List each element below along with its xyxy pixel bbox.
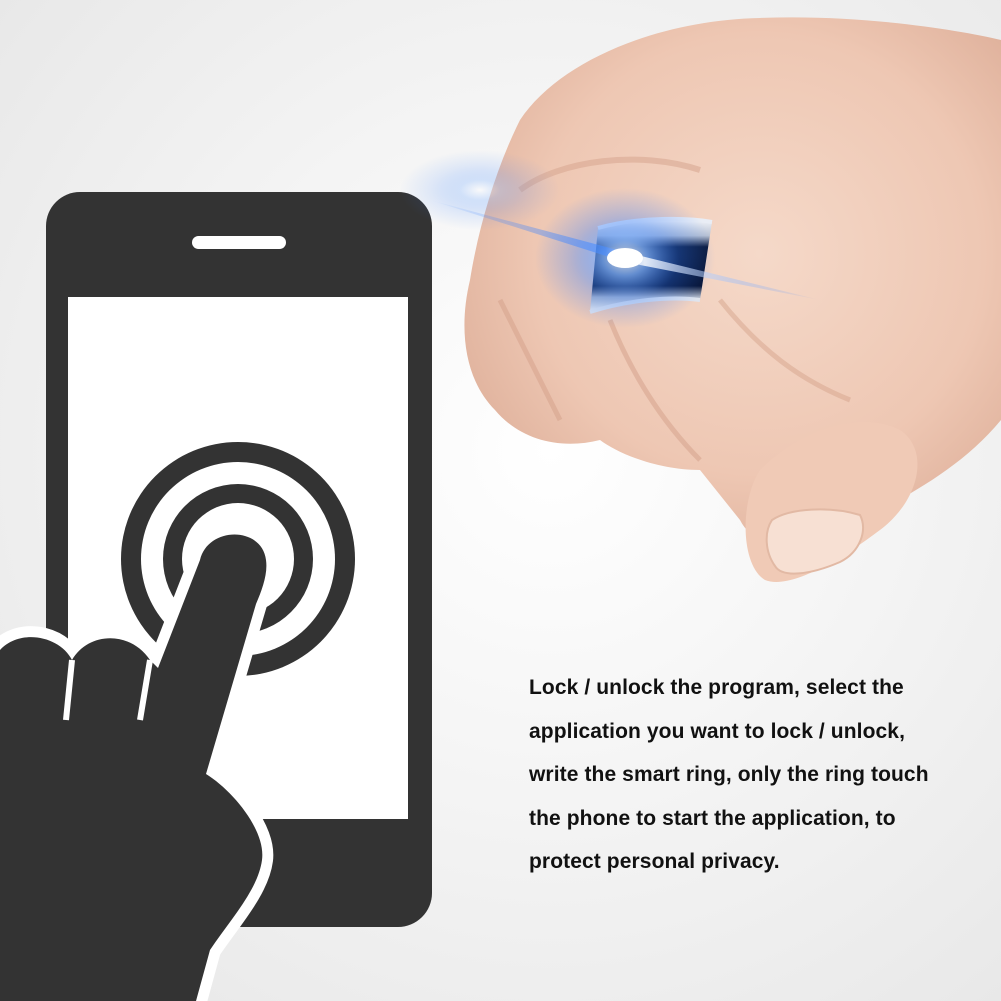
caption-line-4: the phone to start the application, to: [529, 806, 896, 830]
feature-description: Lock / unlock the program, select the ap…: [529, 666, 991, 884]
product-illustration: Lock / unlock the program, select the ap…: [0, 0, 1001, 1001]
caption-line-3: write the smart ring, only the ring touc…: [529, 763, 929, 786]
caption-line-5: protect personal privacy.: [529, 850, 780, 873]
caption-line-1: Lock / unlock the program, select the: [529, 676, 904, 699]
hand-photo: [464, 17, 1001, 582]
caption-line-2: application you want to lock / unlock,: [529, 719, 906, 743]
